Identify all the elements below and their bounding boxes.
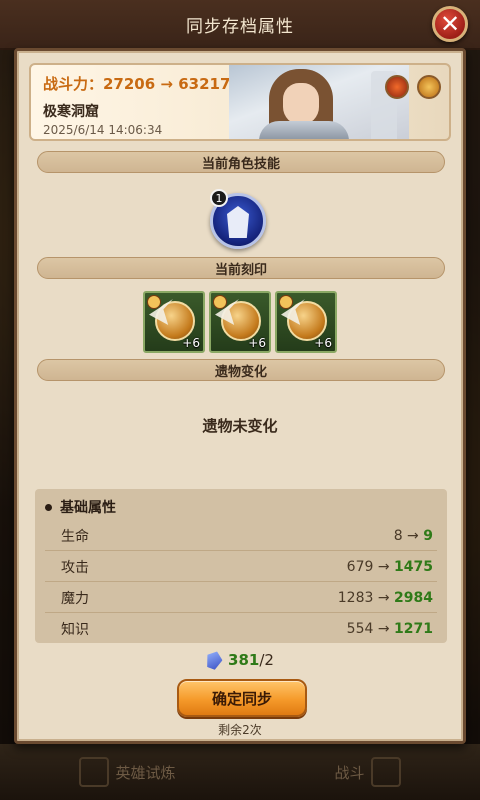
power-change: 战斗力：27206 → 63217 <box>43 75 231 93</box>
cost-need: /2 <box>259 651 274 669</box>
bullet-icon <box>45 503 52 511</box>
stat-row-magic: 魔力 1283 → 2984 <box>45 583 437 613</box>
stat-old: 679 <box>346 558 374 575</box>
crystal-icon <box>203 649 224 671</box>
save-location: 极寒洞窟 <box>43 104 99 120</box>
engraving-slot[interactable]: +6 <box>275 291 337 353</box>
engraving-level: +6 <box>314 336 332 350</box>
nav-hero-trial[interactable]: 英雄试炼 <box>79 757 176 787</box>
engraving-slot[interactable]: +6 <box>143 291 205 353</box>
engraving-list: +6 +6 +6 <box>143 291 337 353</box>
dialog-title: 同步存档属性 <box>186 16 294 37</box>
stats-title: 基础属性 <box>45 497 116 517</box>
close-icon: ✕ <box>439 10 461 38</box>
save-card: 战斗力：27206 → 63217 极寒洞窟 2025/6/14 14:06:3… <box>29 63 451 141</box>
section-header-relics: 遗物变化 <box>37 359 445 381</box>
nav-battle[interactable]: 战斗 <box>334 757 401 787</box>
bottom-nav: 英雄试炼 战斗 <box>0 744 480 800</box>
nav-hero-trial-label: 英雄试炼 <box>115 763 176 782</box>
stat-name: 生命 <box>61 528 89 545</box>
stat-name: 攻击 <box>61 559 89 576</box>
engraving-badge-icon <box>147 295 161 309</box>
base-stats: 基础属性 生命 8 → 9 攻击 679 → 1475 魔力 1283 → 29… <box>35 489 447 643</box>
stat-old: 8 <box>393 527 403 544</box>
engraving-badge-icon <box>279 295 293 309</box>
stat-new: 1475 <box>394 558 433 575</box>
stat-name: 知识 <box>61 622 89 638</box>
fire-emblem-icon <box>385 75 409 99</box>
sync-cost: 381/2 <box>17 651 463 669</box>
stat-row-hp: 生命 8 → 9 <box>45 521 437 551</box>
engraving-level: +6 <box>248 336 266 350</box>
relic-status: 遗物未变化 <box>202 417 278 435</box>
cost-have: 381 <box>228 651 260 669</box>
knight-icon <box>227 206 249 238</box>
stat-name: 魔力 <box>61 590 89 607</box>
skill-level-badge: 1 <box>210 189 228 207</box>
nav-battle-label: 战斗 <box>334 763 365 782</box>
stat-old: 1283 <box>337 589 374 606</box>
confirm-sync-button[interactable]: 确定同步 <box>177 679 307 717</box>
stat-old: 554 <box>346 621 374 637</box>
engraving-level: +6 <box>182 336 200 350</box>
stat-row-attack: 攻击 679 → 1475 <box>45 552 437 582</box>
stats-title-label: 基础属性 <box>60 500 116 516</box>
stat-new: 2984 <box>394 589 433 606</box>
section-header-skills: 当前角色技能 <box>37 151 445 173</box>
save-date: 2025/6/14 14:06:34 <box>43 123 163 137</box>
engraving-slot[interactable]: +6 <box>209 291 271 353</box>
stat-new: 1271 <box>394 621 433 637</box>
grid-icon <box>370 757 401 787</box>
hero-portrait <box>229 65 409 139</box>
shield-emblem-icon <box>417 75 441 99</box>
close-button[interactable]: ✕ <box>432 6 468 42</box>
stat-new: 9 <box>423 527 433 544</box>
stat-row-knowledge: 知识 554 → 1271 <box>61 621 433 638</box>
hero-trial-icon <box>79 757 110 787</box>
section-header-engravings: 当前刻印 <box>37 257 445 279</box>
engraving-badge-icon <box>213 295 227 309</box>
sync-panel: 战斗力：27206 → 63217 极寒洞窟 2025/6/14 14:06:3… <box>14 48 466 744</box>
remaining-count: 剩余2次 <box>218 723 262 737</box>
dialog-title-bar: 同步存档属性 ✕ <box>0 0 480 50</box>
